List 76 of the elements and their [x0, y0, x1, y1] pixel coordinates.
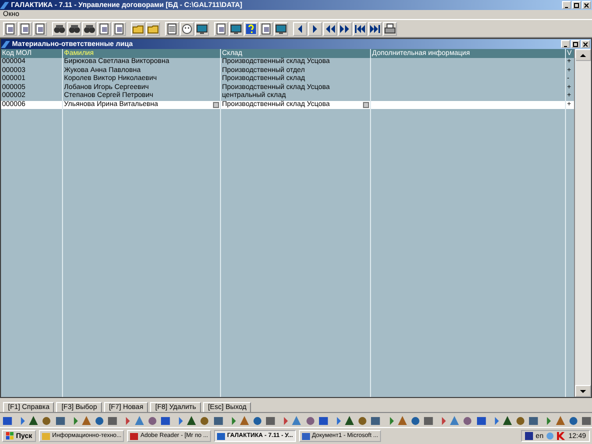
- circle-icon[interactable]: [94, 414, 105, 426]
- minimize-button[interactable]: [561, 40, 570, 48]
- square-icon[interactable]: [476, 414, 486, 426]
- square-icon[interactable]: [54, 414, 66, 426]
- maximize-icon: [574, 2, 579, 8]
- triangle-icon[interactable]: [554, 414, 566, 426]
- toolbar-button[interactable]: [323, 22, 337, 36]
- lookup-button[interactable]: [363, 102, 369, 108]
- square-icon[interactable]: [580, 414, 592, 426]
- triangle-icon[interactable]: [134, 414, 144, 426]
- antivirus-icon: [557, 432, 566, 440]
- toolbar-button[interactable]: [165, 22, 179, 36]
- windows-logo-icon: [6, 432, 14, 440]
- toolbar-button[interactable]: [308, 22, 322, 36]
- scroll-down-icon: [580, 388, 586, 394]
- close-button[interactable]: [582, 1, 591, 9]
- list-icon: [166, 22, 178, 34]
- toolbar-button[interactable]: [180, 22, 194, 36]
- toolbar-button[interactable]: [244, 22, 258, 36]
- close-icon: [584, 2, 589, 8]
- triangle-icon[interactable]: [28, 414, 40, 426]
- binoculars-icon: [68, 22, 80, 34]
- circle-icon[interactable]: [146, 414, 158, 426]
- toolbar-button[interactable]: [338, 22, 352, 36]
- circle-icon[interactable]: [462, 414, 474, 426]
- double-arrow-right-icon: [339, 22, 351, 34]
- square-icon[interactable]: [318, 414, 329, 426]
- toolbar-button[interactable]: [368, 22, 382, 36]
- triangle-icon[interactable]: [238, 414, 250, 426]
- square-icon[interactable]: [265, 414, 276, 426]
- circle-icon[interactable]: [304, 414, 316, 426]
- square-icon[interactable]: [423, 414, 434, 426]
- triangle-icon[interactable]: [80, 414, 92, 426]
- minimize-button[interactable]: [562, 1, 571, 9]
- toolbar-button[interactable]: [383, 22, 397, 36]
- close-icon: [583, 42, 588, 46]
- toolbar-button[interactable]: [67, 22, 81, 36]
- scrollbar[interactable]: [574, 49, 591, 397]
- toolbar-button[interactable]: [353, 22, 367, 36]
- first-record-icon: [354, 22, 366, 34]
- square-icon[interactable]: [107, 414, 118, 426]
- square-icon[interactable]: [160, 414, 171, 426]
- double-arrow-left-icon: [324, 22, 336, 34]
- printer-icon: [384, 22, 396, 34]
- last-record-icon: [369, 22, 381, 34]
- circle-icon[interactable]: [41, 414, 52, 426]
- toolbar-button[interactable]: [293, 22, 307, 36]
- binoculars-icon: [53, 22, 65, 34]
- circle-icon[interactable]: [410, 414, 421, 426]
- square-icon[interactable]: [212, 414, 224, 426]
- triangle-icon[interactable]: [396, 414, 408, 426]
- maximize-button[interactable]: [571, 40, 580, 48]
- toolbar-button[interactable]: [82, 22, 96, 36]
- circle-icon[interactable]: [568, 414, 579, 426]
- circle-icon[interactable]: [199, 414, 210, 426]
- circle-icon[interactable]: [357, 414, 368, 426]
- lookup-button[interactable]: [213, 102, 219, 108]
- network-icon: [546, 432, 554, 440]
- maximize-button[interactable]: [572, 1, 581, 9]
- close-button[interactable]: [581, 40, 590, 48]
- square-icon[interactable]: [2, 414, 13, 426]
- face-icon: [181, 22, 193, 34]
- circle-icon[interactable]: [252, 414, 263, 426]
- triangle-icon[interactable]: [502, 414, 513, 426]
- maximize-icon: [573, 42, 578, 46]
- triangle-icon[interactable]: [344, 414, 355, 426]
- triangle-icon[interactable]: [449, 414, 460, 426]
- circle-icon[interactable]: [515, 414, 526, 426]
- triangle-icon[interactable]: [186, 414, 198, 426]
- toolbar-button[interactable]: [52, 22, 66, 36]
- square-icon[interactable]: [370, 414, 382, 426]
- binoculars-icon: [83, 22, 95, 34]
- triangle-icon[interactable]: [291, 414, 302, 426]
- square-icon[interactable]: [528, 414, 540, 426]
- help-icon: [245, 22, 257, 34]
- scroll-up-icon: [580, 52, 586, 58]
